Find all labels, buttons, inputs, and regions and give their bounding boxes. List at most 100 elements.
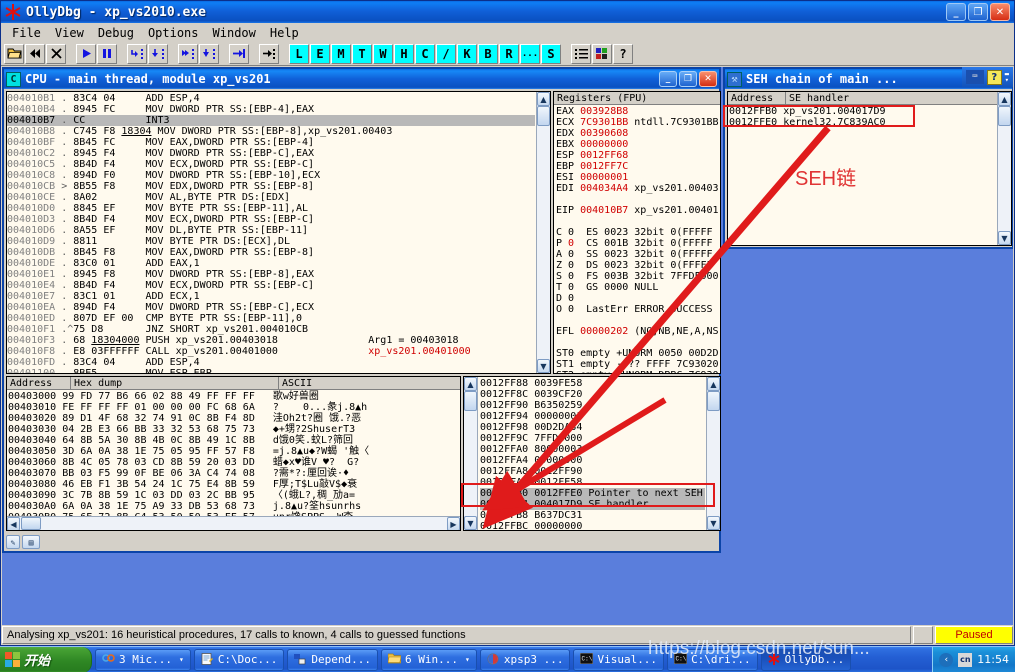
dump-row[interactable]: 00403050 3D 6A 0A 38 1E 75 05 95 FF 57 F… [8,446,460,457]
close-program-icon[interactable] [46,43,66,64]
stack-pane[interactable]: ▲ ▼ 0012FF88 0039FE58 0012FF8C 0039CF20 … [463,376,721,531]
cpu-maximize-button[interactable]: ❐ [679,71,697,87]
seh-row[interactable]: 0012FFE0 kernel32.7C839AC0 [729,117,1011,128]
close-button[interactable]: ✕ [990,3,1010,21]
stack-row[interactable]: 0012FF98 00D2DA84 [480,422,705,433]
registers-pane[interactable]: Registers (FPU) EAX 003928B8 ECX 7C9301B… [553,91,721,374]
goto-icon[interactable] [259,43,279,64]
maximize-button[interactable]: ❐ [968,3,988,21]
seh-scroll-up-arrow[interactable]: ▲ [998,92,1011,106]
disassembly-row[interactable]: 004010C5 . 8B4D F4 MOV ECX,DWORD PTR SS:… [7,159,535,170]
register-row[interactable]: ESP 0012FF68 [556,150,720,161]
register-row[interactable]: EAX 003928B8 [556,106,720,117]
disassembly-row[interactable]: 004010DE . 83C0 01 ADD EAX,1 [7,258,535,269]
flag-row[interactable]: P 0 CS 001B 32bit 0(FFFFF [556,238,720,249]
stack-left-scrollbar[interactable]: ▲ ▼ [464,377,478,530]
log-window-button[interactable]: L [289,43,309,64]
clock[interactable]: 11:54 [977,653,1009,666]
efl-row[interactable]: EFL 00000202 (NO,NB,NE,A,NS [556,326,720,337]
fpu-row[interactable]: ST2 empty -UNORM DBBC 7C930 [556,370,720,373]
stack-row[interactable]: 0012FFA0 80000003 [480,444,705,455]
seh-col-handler[interactable]: SE handler [786,92,1011,104]
dump-row[interactable]: 00403030 04 2B E3 66 BB 33 32 53 68 75 7… [8,424,460,435]
execute-till-return-icon[interactable] [229,43,249,64]
stack-row[interactable]: 0012FFA8 0012FF90 [480,466,705,477]
pause-icon[interactable] [97,43,117,64]
register-row[interactable]: ECX 7C9301BB ntdll.7C9301BB [556,117,720,128]
menu-item-options[interactable]: Options [141,25,206,41]
threads-button[interactable]: T [352,43,372,64]
dump-row[interactable]: 00403090 3C 7B 8B 59 1C 03 DD 03 2C BB 9… [8,490,460,501]
scroll-down-arrow[interactable]: ▼ [537,359,550,373]
dump-row[interactable]: 00403000 99 FD 77 B6 66 02 88 49 FF FF F… [8,391,460,402]
flag-row[interactable]: O 0 LastErr ERROR_SUCCESS [556,304,720,315]
dump-row[interactable]: 00403040 64 8B 5A 30 8B 4B 0C 8B 49 1C 8… [8,435,460,446]
patches-button[interactable]: / [436,43,456,64]
taskbar-item-msn[interactable]: 3 Mic... ▾ [95,648,191,671]
restart-icon[interactable] [25,43,45,64]
trace-over-icon[interactable] [199,43,219,64]
stack-row[interactable]: 0012FFB4 004017D9 SE handler [480,499,705,510]
dump-row[interactable]: 00403010 FE FF FF FF 01 00 00 00 FC 68 6… [8,402,460,413]
taskbar-item-ollydbg[interactable]: OllyDb... [760,648,852,671]
dump-col-address[interactable]: Address [7,377,71,389]
open-file-icon[interactable] [4,43,24,64]
dump-col-ascii[interactable]: ASCII [279,377,460,389]
seh-pane[interactable]: Address SE handler 0012FFB0 xp_vs201.004… [727,91,1012,246]
call-stack-button[interactable]: K [457,43,477,64]
breakpoints-button[interactable]: B [478,43,498,64]
disassembly-row[interactable]: 004010E7 . 83C1 01 ADD ECX,1 [7,291,535,302]
stack-left-scroll-up[interactable]: ▲ [464,377,477,391]
stack-left-scroll-down[interactable]: ▼ [464,516,477,530]
seh-scroll-thumb[interactable] [998,106,1011,126]
help-icon[interactable]: ? [613,43,633,64]
register-row[interactable]: EDX 00390608 [556,128,720,139]
seh-col-address[interactable]: Address [728,92,786,104]
disassembly-row[interactable]: 004010BF . 8B45 FC MOV EAX,DWORD PTR SS:… [7,137,535,148]
scroll-up-arrow[interactable]: ▲ [537,92,550,106]
dump-hscrollbar[interactable]: ◀ ▶ [7,516,460,530]
disassembly-row[interactable]: 004010E1 . 8945 F8 MOV DWORD PTR SS:[EBP… [7,269,535,280]
register-row[interactable]: EBX 00000000 [556,139,720,150]
dump-scroll-right-arrow[interactable]: ▶ [447,517,460,530]
step-into-icon[interactable] [127,43,147,64]
options-list-icon[interactable] [571,43,591,64]
register-row[interactable]: EDI 004034A4 xp_vs201.00403 [556,183,720,194]
taskbar-item-dependency-walker[interactable]: Depend... [287,648,379,671]
menu-item-file[interactable]: File [5,25,48,41]
dump-row[interactable]: 00403070 BB 03 F5 99 0F BE 06 3A C4 74 0… [8,468,460,479]
dump-grid-icon[interactable]: ▤ [22,535,40,549]
dump-row[interactable]: 00403080 46 EB F1 3B 54 24 1C 75 E4 8B 5… [8,479,460,490]
menu-item-window[interactable]: Window [206,25,263,41]
cpu-close-button[interactable]: ✕ [699,71,717,87]
keyboard-icon[interactable]: ⌨ [965,70,984,84]
chevron-down-icon[interactable]: ▾ [465,655,470,664]
taskbar-item-notepad[interactable]: C:\Doc... [193,648,285,671]
show-hidden-icons[interactable]: ‹ [939,652,954,667]
stack-row[interactable]: 0012FF94 00000001 [480,411,705,422]
scroll-thumb[interactable] [537,106,550,126]
stack-scroll-down-arrow[interactable]: ▼ [707,516,720,530]
disassembly-row[interactable]: 004010F3 . 68 18304000 PUSH xp_vs201.004… [7,335,535,346]
references-button[interactable]: R [499,43,519,64]
menu-item-view[interactable]: View [48,25,91,41]
cpu-minimize-button[interactable]: _ [659,71,677,87]
disassembly-vscrollbar[interactable]: ▲ ▼ [536,92,550,373]
disassembly-row[interactable]: 004010B1 . 83C4 04 ADD ESP,4 [7,93,535,104]
flag-row[interactable]: C 0 ES 0023 32bit 0(FFFFF [556,227,720,238]
flag-row[interactable]: Z 0 DS 0023 32bit 0(FFFFF [556,260,720,271]
input-method-icon[interactable]: cn [958,652,973,667]
disassembly-row[interactable]: 004010ED . 807D EF 00 CMP BYTE PTR SS:[E… [7,313,535,324]
disassembly-row[interactable]: 004010D9 . 8811 MOV BYTE PTR DS:[ECX],DL [7,236,535,247]
taskbar-item-explorer[interactable]: 6 Win... ▾ [381,648,477,671]
flag-row[interactable]: S 0 FS 003B 32bit 7FFDF000 [556,271,720,282]
stack-row[interactable]: 0012FF88 0039FE58 [480,378,705,389]
stack-left-scroll-thumb[interactable] [464,391,477,411]
menu-item-help[interactable]: Help [263,25,306,41]
stack-row[interactable]: 0012FF90 B6350259 [480,400,705,411]
seh-vscrollbar[interactable]: ▲ ▼ [997,92,1011,245]
disassembly-row[interactable]: 004010D0 . 8845 EF MOV BYTE PTR SS:[EBP-… [7,203,535,214]
stack-vscrollbar[interactable]: ▲ ▼ [706,377,720,530]
disassembly-row[interactable]: 00401100 . 8BE5 MOV ESP,EBP [7,368,535,373]
step-over-icon[interactable] [148,43,168,64]
